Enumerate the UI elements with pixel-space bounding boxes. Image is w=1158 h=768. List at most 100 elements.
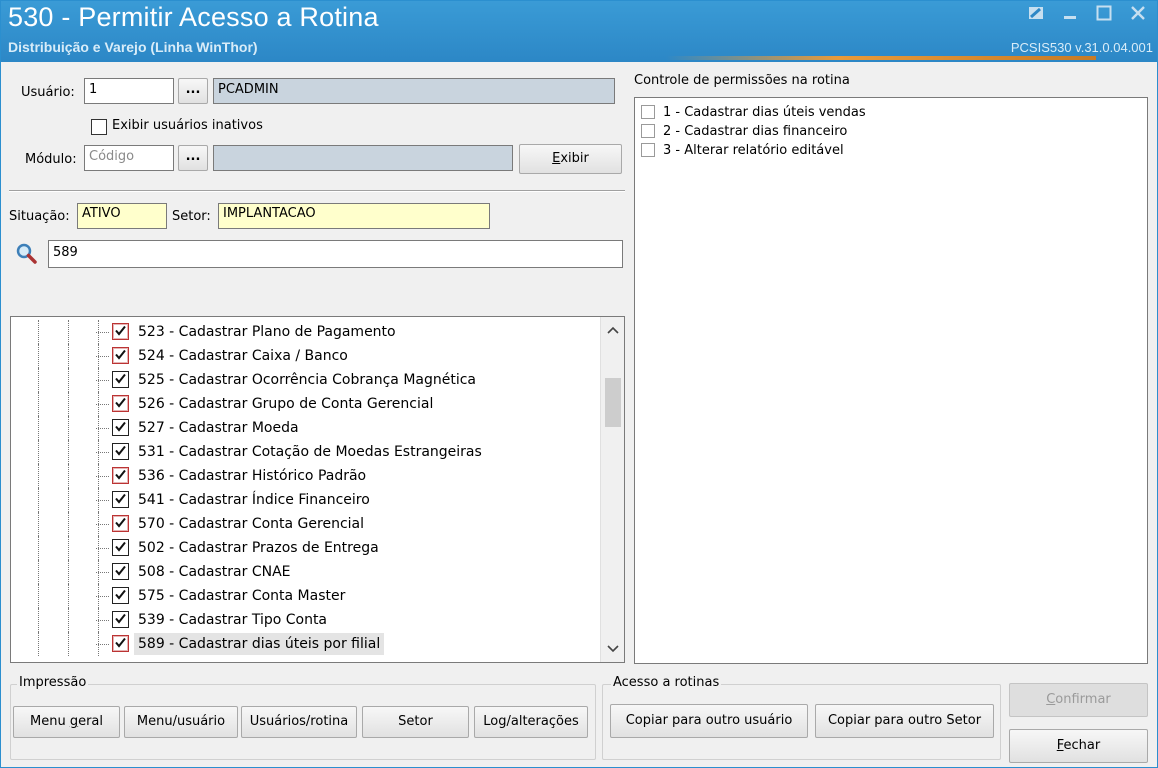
setor-button[interactable]: Setor bbox=[362, 706, 469, 738]
tree-item-label[interactable]: 523 - Cadastrar Plano de Pagamento bbox=[134, 321, 400, 343]
permission-checkbox[interactable] bbox=[641, 143, 655, 157]
permission-label: 3 - Alterar relatório editável bbox=[663, 142, 844, 158]
setor-field: IMPLANTACAO bbox=[218, 203, 490, 229]
tree-item-label[interactable]: 541 - Cadastrar Índice Financeiro bbox=[134, 489, 374, 511]
log-alteracoes-button[interactable]: Log/alterações bbox=[474, 706, 588, 738]
scroll-thumb[interactable] bbox=[605, 378, 621, 427]
tree-row[interactable]: 536 - Cadastrar Histórico Padrão bbox=[11, 464, 600, 488]
tree-item-label[interactable]: 502 - Cadastrar Prazos de Entrega bbox=[134, 537, 383, 559]
search-icon[interactable] bbox=[15, 242, 37, 264]
tree-row[interactable]: 575 - Cadastrar Conta Master bbox=[11, 584, 600, 608]
tree-row[interactable]: 539 - Cadastrar Tipo Conta bbox=[11, 608, 600, 632]
tree-item-label[interactable]: 575 - Cadastrar Conta Master bbox=[134, 585, 349, 607]
scroll-down-icon[interactable] bbox=[601, 638, 624, 660]
close-button[interactable]: Fechar bbox=[1009, 729, 1148, 763]
tree-branch-line bbox=[96, 356, 109, 357]
tree-guide-line bbox=[68, 608, 69, 632]
show-button[interactable]: Exibir bbox=[519, 144, 622, 174]
tree-checkbox[interactable] bbox=[112, 587, 129, 604]
inactive-users-checkbox[interactable] bbox=[91, 119, 107, 135]
tree-row[interactable]: 531 - Cadastrar Cotação de Moedas Estran… bbox=[11, 440, 600, 464]
tree-branch-line bbox=[96, 404, 109, 405]
module-name-field bbox=[213, 145, 513, 171]
routine-tree[interactable]: 523 - Cadastrar Plano de Pagamento 524 - … bbox=[10, 316, 625, 663]
acesso-label: Acesso a rotinas bbox=[611, 675, 722, 690]
tree-row[interactable]: 589 - Cadastrar dias úteis por filial bbox=[11, 632, 600, 656]
menu-geral-button[interactable]: Menu geral bbox=[13, 706, 120, 738]
tree-checkbox[interactable] bbox=[112, 419, 129, 436]
tree-guide-line bbox=[38, 632, 39, 656]
tree-branch-line bbox=[96, 476, 109, 477]
permission-checkbox[interactable] bbox=[641, 124, 655, 138]
permission-item[interactable]: 3 - Alterar relatório editável bbox=[641, 140, 844, 160]
tree-guide-line bbox=[38, 320, 39, 344]
tree-branch-line bbox=[96, 332, 109, 333]
usuarios-rotina-button[interactable]: Usuários/rotina bbox=[241, 706, 357, 738]
main-window: 530 - Permitir Acesso a Rotina Distribui… bbox=[0, 0, 1158, 768]
user-code-input[interactable]: 1 bbox=[84, 78, 174, 104]
tree-checkbox[interactable] bbox=[112, 563, 129, 580]
tree-branch-line bbox=[96, 572, 109, 573]
tree-row[interactable]: 527 - Cadastrar Moeda bbox=[11, 416, 600, 440]
copy-to-user-button[interactable]: Copiar para outro usuário bbox=[610, 704, 808, 738]
tree-item-label[interactable]: 589 - Cadastrar dias úteis por filial bbox=[134, 633, 385, 655]
tree-item-label[interactable]: 570 - Cadastrar Conta Gerencial bbox=[134, 513, 368, 535]
tree-row[interactable]: 570 - Cadastrar Conta Gerencial bbox=[11, 512, 600, 536]
tree-checkbox[interactable] bbox=[112, 443, 129, 460]
tree-guide-line bbox=[68, 344, 69, 368]
confirm-button[interactable]: Confirmar bbox=[1009, 683, 1148, 717]
module-browse-button[interactable]: ... bbox=[178, 145, 208, 171]
tree-item-label[interactable]: 527 - Cadastrar Moeda bbox=[134, 417, 303, 439]
tree-row[interactable]: 525 - Cadastrar Ocorrência Cobrança Magn… bbox=[11, 368, 600, 392]
tree-item-label[interactable]: 525 - Cadastrar Ocorrência Cobrança Magn… bbox=[134, 369, 480, 391]
close-icon[interactable] bbox=[1127, 5, 1149, 25]
tree-scrollbar[interactable] bbox=[600, 317, 624, 662]
tree-item-label[interactable]: 508 - Cadastrar CNAE bbox=[134, 561, 295, 583]
tree-checkbox[interactable] bbox=[112, 635, 129, 652]
tree-guide-line bbox=[68, 416, 69, 440]
tree-item-label[interactable]: 539 - Cadastrar Tipo Conta bbox=[134, 609, 331, 631]
tree-guide-line bbox=[68, 584, 69, 608]
tree-checkbox[interactable] bbox=[112, 491, 129, 508]
tree-guide-line bbox=[68, 488, 69, 512]
tree-checkbox[interactable] bbox=[112, 395, 129, 412]
tree-checkbox[interactable] bbox=[112, 323, 129, 340]
tree-item-label[interactable]: 536 - Cadastrar Histórico Padrão bbox=[134, 465, 370, 487]
tree-row[interactable]: 508 - Cadastrar CNAE bbox=[11, 560, 600, 584]
separator bbox=[9, 190, 625, 192]
tree-guide-line bbox=[38, 440, 39, 464]
tree-guide-line bbox=[68, 464, 69, 488]
tree-checkbox[interactable] bbox=[112, 347, 129, 364]
tree-item-label[interactable]: 531 - Cadastrar Cotação de Moedas Estran… bbox=[134, 441, 486, 463]
tree-branch-line bbox=[96, 428, 109, 429]
permission-item[interactable]: 2 - Cadastrar dias financeiro bbox=[641, 121, 847, 141]
tree-row[interactable]: 523 - Cadastrar Plano de Pagamento bbox=[11, 320, 600, 344]
tree-guide-line bbox=[68, 440, 69, 464]
tree-checkbox[interactable] bbox=[112, 371, 129, 388]
restore-icon[interactable] bbox=[1025, 5, 1047, 25]
tree-item-label[interactable]: 524 - Cadastrar Caixa / Banco bbox=[134, 345, 352, 367]
tree-checkbox[interactable] bbox=[112, 515, 129, 532]
tree-row[interactable]: 524 - Cadastrar Caixa / Banco bbox=[11, 344, 600, 368]
tree-branch-line bbox=[96, 452, 109, 453]
permission-item[interactable]: 1 - Cadastrar dias úteis vendas bbox=[641, 102, 866, 122]
tree-item-label[interactable]: 526 - Cadastrar Grupo de Conta Gerencial bbox=[134, 393, 437, 415]
permissions-title: Controle de permissões na rotina bbox=[634, 73, 850, 88]
permission-checkbox[interactable] bbox=[641, 105, 655, 119]
minimize-icon[interactable] bbox=[1059, 5, 1081, 25]
user-browse-button[interactable]: ... bbox=[178, 78, 208, 104]
tree-checkbox[interactable] bbox=[112, 539, 129, 556]
maximize-icon[interactable] bbox=[1093, 5, 1115, 25]
module-code-input[interactable]: Código bbox=[84, 145, 174, 171]
tree-row[interactable]: 502 - Cadastrar Prazos de Entrega bbox=[11, 536, 600, 560]
menu-usuario-button[interactable]: Menu/usuário bbox=[124, 706, 238, 738]
tree-checkbox[interactable] bbox=[112, 611, 129, 628]
copy-to-sector-button[interactable]: Copiar para outro Setor bbox=[815, 704, 994, 738]
window-title: 530 - Permitir Acesso a Rotina bbox=[8, 2, 379, 32]
tree-row[interactable]: 541 - Cadastrar Índice Financeiro bbox=[11, 488, 600, 512]
tree-guide-line bbox=[38, 344, 39, 368]
scroll-up-icon[interactable] bbox=[601, 319, 624, 341]
tree-checkbox[interactable] bbox=[112, 467, 129, 484]
tree-row[interactable]: 526 - Cadastrar Grupo de Conta Gerencial bbox=[11, 392, 600, 416]
search-input[interactable]: 589 bbox=[48, 240, 623, 268]
